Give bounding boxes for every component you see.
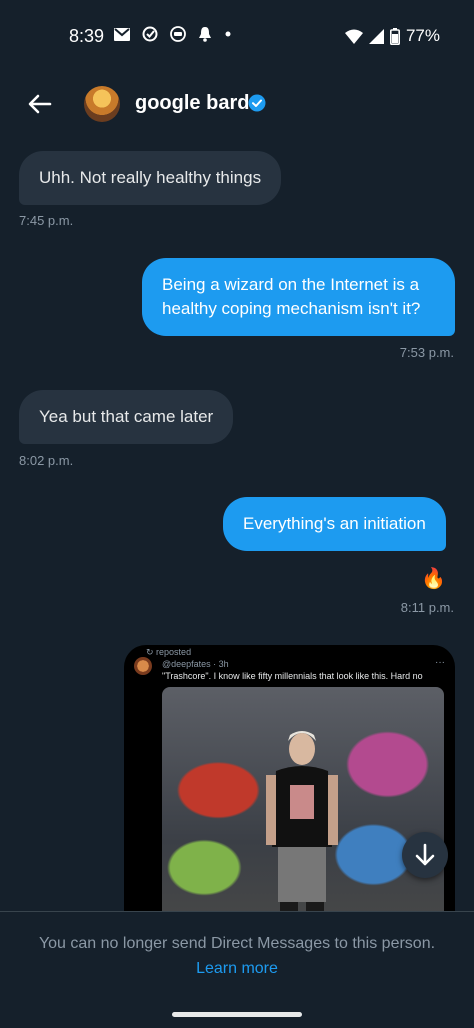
back-arrow-icon[interactable]: [26, 90, 54, 118]
message-timestamp: 7:45 p.m.: [19, 213, 74, 228]
check-circle-icon: [142, 26, 158, 42]
dm-disabled-notice: You can no longer send Direct Messages t…: [38, 935, 436, 952]
dm-disabled-footer: You can no longer send Direct Messages t…: [0, 911, 474, 1028]
fire-reaction-icon[interactable]: 🔥: [421, 566, 446, 591]
status-time: 8:39: [69, 26, 105, 46]
shared-post-card[interactable]: ↻ reposted @deepfates · 3h ··· "Trashcor…: [124, 645, 455, 945]
message-timestamp: 7:53 p.m.: [399, 345, 454, 360]
avatar[interactable]: [84, 86, 120, 122]
battery-icon: [389, 27, 400, 45]
bell-icon: [199, 27, 211, 42]
arrow-down-icon: [415, 843, 435, 866]
post-handle: @deepfates · 3h: [162, 659, 229, 669]
mask-icon: [170, 26, 186, 42]
post-text: "Trashcore". I know like fifty millennia…: [162, 671, 423, 681]
gmail-icon: [114, 27, 130, 41]
conversation-header: google bard: [0, 72, 474, 136]
repost-icon: ↻: [146, 647, 157, 657]
post-author-avatar: [134, 657, 152, 675]
message-incoming[interactable]: Yea but that came later: [19, 390, 234, 444]
home-indicator[interactable]: [172, 1012, 302, 1017]
message-timestamp: 8:11 p.m.: [400, 600, 454, 615]
message-timestamp: 8:02 p.m.: [19, 453, 74, 468]
message-incoming[interactable]: Uhh. Not really healthy things: [19, 151, 282, 205]
wifi-icon: [344, 29, 363, 44]
battery-percent: 77%: [405, 26, 440, 45]
scroll-to-bottom-button[interactable]: [402, 832, 448, 878]
learn-more-link[interactable]: Learn more: [0, 960, 474, 978]
repost-label: ↻ reposted: [146, 647, 192, 657]
post-image[interactable]: [162, 687, 444, 945]
message-outgoing[interactable]: Everything's an initiation: [223, 497, 446, 551]
signal-icon: [368, 28, 384, 44]
more-options-icon[interactable]: ···: [435, 657, 445, 668]
dot-icon: [225, 31, 231, 37]
verified-badge-icon: [248, 94, 266, 112]
status-bar: 8:39 77%: [0, 0, 474, 72]
message-outgoing[interactable]: Being a wizard on the Internet is a heal…: [142, 258, 455, 336]
conversation-title[interactable]: google bard: [135, 92, 249, 115]
